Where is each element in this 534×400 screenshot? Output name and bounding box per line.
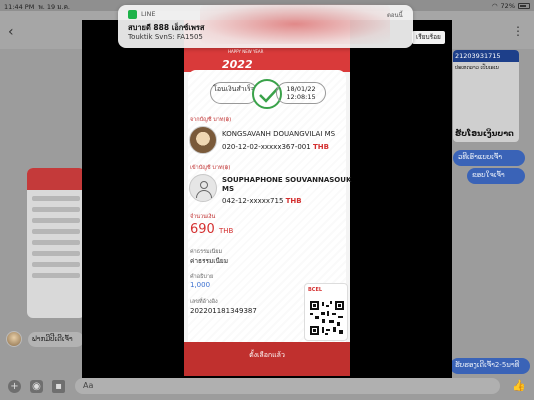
message-input[interactable]: Aa: [75, 378, 500, 394]
notification-body: Touktik SvnS: FA1505: [128, 33, 203, 41]
recipient-name: SOUPHAPHONE SOUVANNASOUK: [222, 176, 352, 184]
card-text: ປະເທດລາວ ເປັນເອເນ: [455, 65, 499, 71]
right-message-bubble[interactable]: ວທີເອົາແບບເຈົ້າ: [453, 150, 525, 166]
status-right: ◠ 72%: [492, 2, 530, 10]
qr-code-icon: [309, 300, 345, 336]
thumbs-up-icon[interactable]: 👍: [512, 379, 526, 392]
right-message-bubble[interactable]: ຮັບຮອງເດີເຈົ້າ2-5ນາທີ: [450, 358, 530, 374]
sender-account: 020-12-02-xxxxx367-001 THB: [222, 143, 329, 151]
notification-blur: [200, 4, 390, 44]
card-number: 21203931715: [453, 50, 519, 62]
plus-icon[interactable]: +: [8, 380, 21, 393]
sender-name: KONGSAVANH DOUANGVILAI MS: [222, 130, 336, 138]
banner-subtitle: HAPPY NEW YEAR: [228, 49, 264, 54]
photo-thumbnail[interactable]: [27, 168, 85, 318]
transfer-date: 18/01/22: [286, 85, 316, 93]
card-thai-text: ຮັບໂອນເງິນບາດ: [455, 129, 514, 138]
gallery-icon[interactable]: ▪: [52, 380, 65, 393]
fee-label: ค่าธรรมเนียม: [190, 249, 223, 255]
recipient-account: 042-12-xxxxx715 THB: [222, 197, 302, 205]
balance-value: 1,000: [190, 281, 211, 289]
from-label: จากบัญชี บาท(฿): [190, 117, 232, 123]
qr-code-box: BCEL: [304, 283, 348, 341]
battery-percent: 72%: [500, 2, 515, 10]
recipient-name-2: MS: [222, 185, 235, 193]
notification-app-name: LINE: [141, 10, 156, 18]
status-pill: โอนเงินสำเร็จ: [210, 82, 258, 104]
receipt-bottom-label[interactable]: ตั้งเลือกแล้ว: [184, 350, 350, 361]
right-message-bubble[interactable]: ຂອບໃຈເຈົ້າ: [467, 168, 525, 184]
balance-label: คำอธิบาย: [190, 274, 214, 280]
line-app-icon: [128, 10, 137, 19]
date-time-pill: 18/01/22 12:08:15: [276, 82, 326, 104]
contact-avatar[interactable]: [6, 331, 22, 347]
amount-label: จำนวนเงิน: [190, 214, 216, 220]
transfer-time: 12:08:15: [286, 93, 316, 101]
camera-icon[interactable]: ◉: [30, 380, 43, 393]
right-image-card[interactable]: 21203931715 ປະເທດລາວ ເປັນເອເນ ຮັບໂອນເງິນ…: [453, 50, 519, 142]
fee-value: ค่าธรรมเนียม: [190, 257, 228, 265]
notification-time: ตอนนี้: [387, 12, 403, 19]
to-label: เข้าบัญชี บาท(฿): [190, 165, 231, 171]
recipient-avatar-icon: [189, 174, 217, 202]
wifi-icon: ◠: [491, 2, 498, 10]
amount-value: 690 THB: [190, 222, 234, 237]
back-chevron-icon[interactable]: ‹: [8, 24, 14, 40]
sender-avatar: [189, 126, 217, 154]
bank-logo: BCEL: [308, 287, 323, 293]
reference-number: 202201181349387: [190, 307, 257, 315]
more-options-icon[interactable]: ⋮: [512, 24, 524, 38]
battery-icon: [518, 3, 530, 9]
done-button[interactable]: เรียบร้อย: [412, 31, 445, 44]
reference-label: เลขที่อ้างอิง: [190, 299, 218, 305]
left-message-bubble[interactable]: ຟາກມີປີເດີເຈົ້າ: [28, 332, 84, 347]
